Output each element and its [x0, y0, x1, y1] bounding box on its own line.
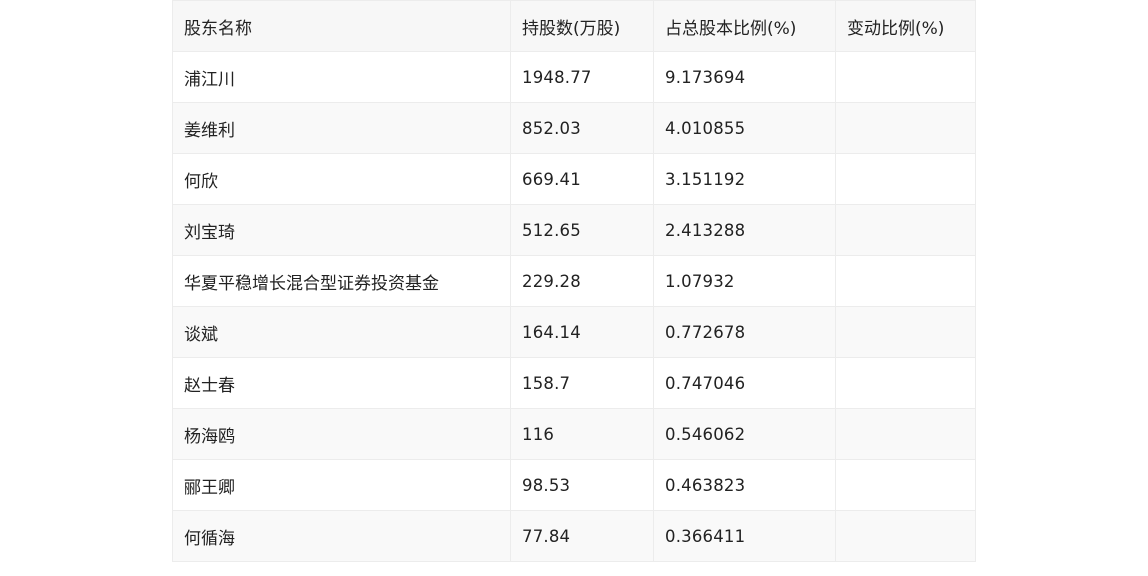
cell-name: 华夏平稳增长混合型证券投资基金 [172, 255, 511, 307]
cell-shares: 116 [510, 408, 654, 460]
header-shares: 持股数(万股) [510, 0, 654, 52]
cell-change [835, 357, 976, 409]
cell-ratio: 2.413288 [653, 204, 836, 256]
cell-ratio: 3.151192 [653, 153, 836, 205]
cell-shares: 158.7 [510, 357, 654, 409]
shareholder-table: 股东名称 持股数(万股) 占总股本比例(%) 变动比例(%) 浦江川 1948.… [172, 0, 976, 562]
cell-ratio: 4.010855 [653, 102, 836, 154]
cell-name: 姜维利 [172, 102, 511, 154]
table-row: 何欣 669.41 3.151192 [172, 153, 976, 205]
cell-change [835, 408, 976, 460]
table-row: 谈斌 164.14 0.772678 [172, 306, 976, 358]
cell-ratio: 0.772678 [653, 306, 836, 358]
cell-shares: 77.84 [510, 510, 654, 562]
cell-ratio: 0.366411 [653, 510, 836, 562]
cell-name: 赵士春 [172, 357, 511, 409]
cell-shares: 669.41 [510, 153, 654, 205]
cell-shares: 164.14 [510, 306, 654, 358]
cell-ratio: 0.546062 [653, 408, 836, 460]
header-change-ratio: 变动比例(%) [835, 0, 976, 52]
cell-ratio: 1.07932 [653, 255, 836, 307]
table-row: 浦江川 1948.77 9.173694 [172, 51, 976, 103]
table-row: 何循海 77.84 0.366411 [172, 510, 976, 562]
cell-name: 郦王卿 [172, 459, 511, 511]
shareholder-table-container: 股东名称 持股数(万股) 占总股本比例(%) 变动比例(%) 浦江川 1948.… [172, 0, 976, 562]
cell-change [835, 102, 976, 154]
table-row: 赵士春 158.7 0.747046 [172, 357, 976, 409]
cell-shares: 852.03 [510, 102, 654, 154]
table-header-row: 股东名称 持股数(万股) 占总股本比例(%) 变动比例(%) [172, 0, 976, 52]
cell-change [835, 306, 976, 358]
table-row: 刘宝琦 512.65 2.413288 [172, 204, 976, 256]
header-share-ratio: 占总股本比例(%) [653, 0, 836, 52]
cell-change [835, 51, 976, 103]
cell-ratio: 0.747046 [653, 357, 836, 409]
cell-name: 谈斌 [172, 306, 511, 358]
cell-name: 刘宝琦 [172, 204, 511, 256]
cell-name: 何循海 [172, 510, 511, 562]
cell-change [835, 153, 976, 205]
cell-name: 何欣 [172, 153, 511, 205]
cell-change [835, 204, 976, 256]
cell-ratio: 9.173694 [653, 51, 836, 103]
cell-shares: 1948.77 [510, 51, 654, 103]
cell-shares: 229.28 [510, 255, 654, 307]
cell-change [835, 510, 976, 562]
cell-change [835, 459, 976, 511]
table-row: 华夏平稳增长混合型证券投资基金 229.28 1.07932 [172, 255, 976, 307]
cell-name: 浦江川 [172, 51, 511, 103]
cell-shares: 512.65 [510, 204, 654, 256]
cell-change [835, 255, 976, 307]
header-shareholder-name: 股东名称 [172, 0, 511, 52]
cell-name: 杨海鸥 [172, 408, 511, 460]
table-row: 郦王卿 98.53 0.463823 [172, 459, 976, 511]
cell-ratio: 0.463823 [653, 459, 836, 511]
table-row: 杨海鸥 116 0.546062 [172, 408, 976, 460]
table-row: 姜维利 852.03 4.010855 [172, 102, 976, 154]
cell-shares: 98.53 [510, 459, 654, 511]
